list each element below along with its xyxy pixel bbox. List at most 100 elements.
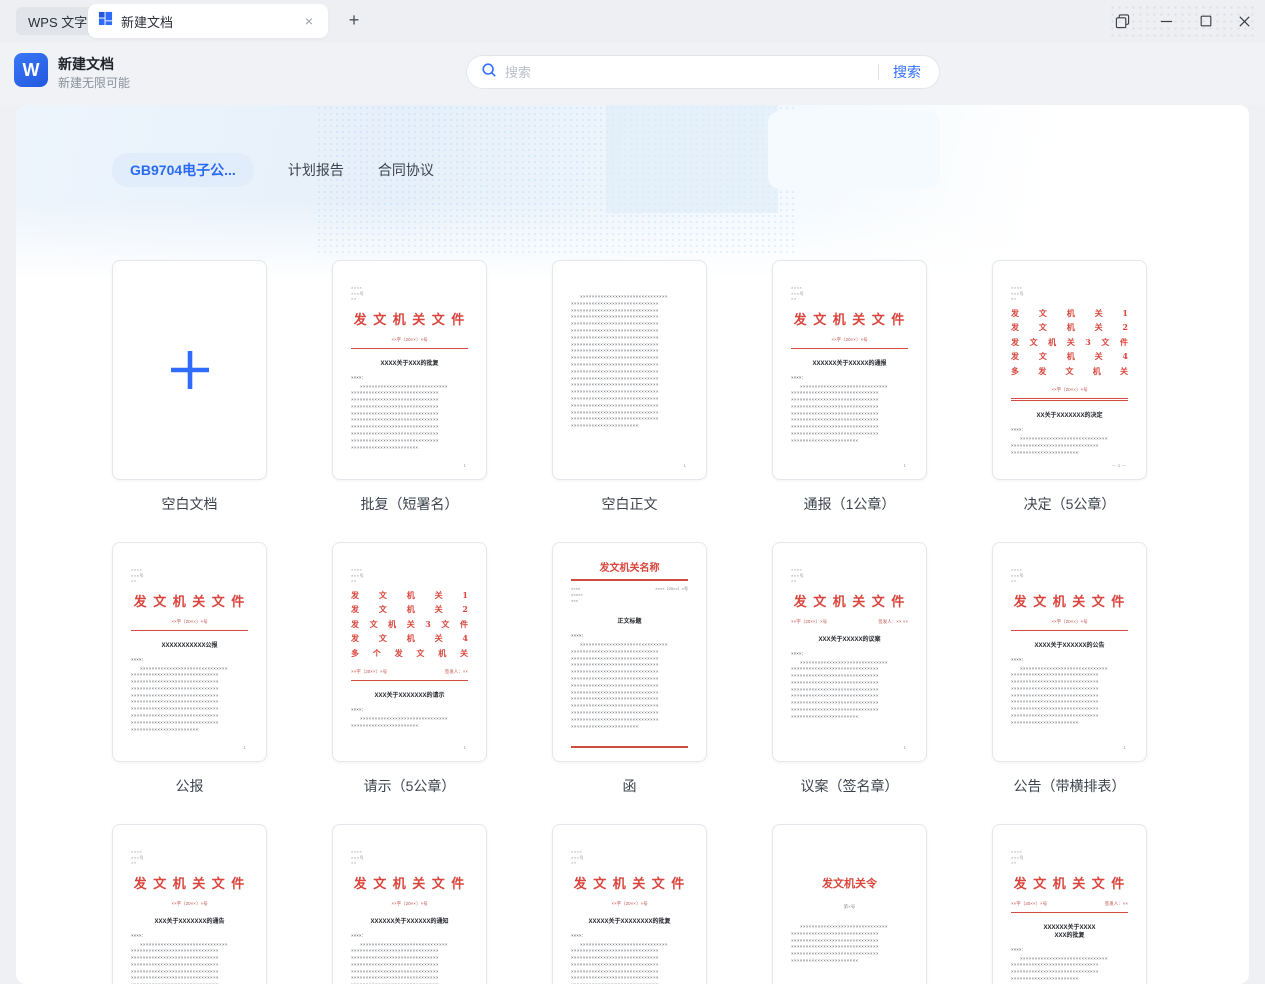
minimize-icon[interactable] <box>1152 8 1180 34</box>
doc-red-rule <box>571 579 688 581</box>
template-cell: ×××× ×××号 ×× 发 文 机 关 文 件 ××字〔20××〕×号 XXXXXXXX… <box>112 542 267 794</box>
template-card[interactable]: ×××× ×××号 ×× 发 文 机 关 文 件 ××字〔20××〕×号 XXXXX关于X… <box>552 824 707 984</box>
doc-body-line: ×××××××××××××××××××××××××××××× <box>571 655 659 661</box>
doc-salutation: ××××： <box>571 932 587 938</box>
doc-preview: ×××× ×××号 ×× 发 文 机 关 文 件 ××字〔20××〕×号 XXXXXX关于… <box>773 261 926 479</box>
doc-body-text: ×××××××××××××××××××××××××××××× ××××××××××… <box>1011 956 1128 983</box>
doc-body-line: ×××××××××××××××××××××××××××××× <box>1020 955 1108 961</box>
doc-meta-line: ×× <box>131 578 137 583</box>
template-card[interactable]: ×××× ×××号 ×× 发 文 机 关 文 件 ××字〔20××〕×号 XXXXXX关于… <box>772 260 927 480</box>
doc-body-line: ×××××××××××××××××××××××××××××× <box>1011 699 1099 705</box>
template-label: 空白文档 <box>161 496 218 512</box>
doc-salutation: ××××： <box>791 374 807 380</box>
doc-body-line: ×××××××××××××××××××××××××××××× <box>131 975 219 981</box>
decorative-block <box>768 111 940 189</box>
document-tab[interactable]: 新建文档 × <box>88 4 328 38</box>
search-icon <box>481 62 497 83</box>
doc-meta-lines: ×××× ×××号 ×× <box>351 567 468 584</box>
tab-close-icon[interactable]: × <box>300 12 318 30</box>
doc-body-line: ×××××××××××××××××××××××××××××× <box>1011 672 1099 678</box>
template-card[interactable]: ×××× ×××号 ×× 发文机关1 发文机关2 发文机关3文件 发文机关4 多个发文机关 ××… <box>332 542 487 762</box>
doc-preview: ×××× ×××号 ×× 发 文 机 关 文 件 ××字〔20××〕×号 XXXXXX关于… <box>333 825 486 984</box>
doc-body-line: ×××××××××××××××××××××××××××××× <box>800 383 888 389</box>
doc-meta-lines: ×××× ×××号 ×× <box>131 567 248 584</box>
doc-body-line: ×××××××××××××××××××××××××××××× <box>571 368 659 374</box>
doc-body-line: ×××××××××××××××××××××××××××××× <box>791 673 879 679</box>
doc-body-text: ×××××××××××××××××××××××××××××× ××××××××××… <box>131 666 248 734</box>
doc-number: ××字〔20××〕×号 <box>171 900 208 906</box>
doc-body-line: ×××××××××××××××××××××××××××××× <box>791 944 879 950</box>
close-window-icon[interactable] <box>1230 8 1258 34</box>
template-card[interactable]: ×××× ×××号 ×× 发 文 机 关 文 件 ××字〔20××〕×号 XXXXXX关于… <box>332 824 487 984</box>
category-tab-gb9704[interactable]: GB9704电子公... <box>112 153 254 187</box>
new-tab-button[interactable]: + <box>342 9 366 33</box>
doc-body-line: ×××××××××××××××××××××××××××××× <box>571 975 659 981</box>
doc-red-title: 发 文 机 关 文 件 <box>1013 594 1126 610</box>
template-card[interactable]: ×××× ×××号 ×× 发文机关1 发文机关2 发文机关3文件 发文机关4 多发文机关 ××字… <box>992 260 1147 480</box>
template-gallery-panel: GB9704电子公... 计划报告 合同协议 空白文档 ×××× ×××号 ×× 发 文… <box>16 105 1249 984</box>
category-tab-plans[interactable]: 计划报告 <box>288 160 344 180</box>
template-label: 请示（5公章） <box>363 778 456 794</box>
doc-number: ××字〔20××〕×号 <box>1051 618 1088 624</box>
doc-red-title: 发 文 机 关 文 件 <box>793 594 906 610</box>
doc-body-line: ×××××××××××××××××××××××××××××× <box>131 679 219 685</box>
search-bar[interactable]: 搜索 <box>466 55 940 89</box>
category-tab-contracts[interactable]: 合同协议 <box>378 160 434 180</box>
doc-body-line: ×××××××××××××××××××××××××××××× <box>571 669 659 675</box>
doc-body-line: ×××××××××××××××××××××××××××××× <box>351 961 439 967</box>
doc-red-rule-bottom <box>571 746 688 748</box>
doc-body-line: ×××××××××××××××××××××××××××××× <box>791 700 879 706</box>
doc-body-line: ×××××××××××××××××××××××××××××× <box>131 672 219 678</box>
doc-body-line: ×××××××××××××××××××××××××××××× <box>571 334 659 340</box>
app-menu-button[interactable]: WPS 文字 <box>16 7 100 35</box>
doc-body-line: ×××××××××××××××××××××××××××××× <box>791 417 879 423</box>
template-card[interactable]: ×××× ×××号 ×× 发 文 机 关 文 件 ××字〔20××〕×号 XXXXXXXX… <box>112 542 267 762</box>
doc-body-line: ×××××××××××××××××××××××××××××× <box>351 722 419 728</box>
doc-meta-line: ×× <box>351 296 357 301</box>
doc-body-line: ×××××××××××××××××××××××××××××× <box>351 948 439 954</box>
template-label: 公告（带横排表） <box>1013 778 1126 794</box>
doc-body-line: ×××××××××××××××××××××××××××××× <box>571 703 659 709</box>
doc-preview: ×××× ×××号 ×× 发 文 机 关 文 件 ××字〔20××〕×号 XXX关于XXX… <box>113 825 266 984</box>
doc-number: ××字〔20××〕×号 <box>171 618 208 624</box>
template-card[interactable]: 发文机关令 第×号 ×××××××××××××××××××××××××××××× ××… <box>772 824 927 984</box>
doc-body-text: ×××××××××××××××××××××××××××××× ××××××××××… <box>351 384 468 452</box>
doc-page-number: 1 <box>1123 745 1126 750</box>
doc-org-line: 发文机关4 <box>1011 351 1128 361</box>
doc-preview: ×××× ×××号 ×× 发 文 机 关 文 件 ××字〔20××〕×号 XXXXXXXX… <box>113 543 266 761</box>
template-card[interactable]: ×××× ×××号 ×× 发 文 机 关 文 件 ××字〔20××〕×号 XXX关于XXX… <box>112 824 267 984</box>
doc-body-line: ×××××××××××××××××××××××××××××× <box>571 961 659 967</box>
template-card[interactable]: ×××× ×××号 ×× 发 文 机 关 文 件 ××字〔20××〕×号 签发人：×× ×… <box>772 542 927 762</box>
doc-page-number: 1 <box>683 463 686 468</box>
template-cell: ×××× ×××号 ×× 发文机关1 发文机关2 发文机关3文件 发文机关4 多发文机关 ××字… <box>992 260 1147 512</box>
doc-body-line: ×××××××××××××××××××××××××××××× <box>131 685 219 691</box>
search-input[interactable] <box>505 64 872 80</box>
doc-body-line: ×××××××××××××××××××××××××××××× <box>131 968 219 974</box>
doc-org-line: 发文机关3文件 <box>1011 336 1128 347</box>
template-card[interactable] <box>112 260 267 480</box>
template-card[interactable]: ×××× ×××号 ×× 发 文 机 关 文 件 ××字〔20××〕×号 签发人：×× XX… <box>992 824 1147 984</box>
doc-meta-lines: ×××× ××××× ××× <box>571 586 583 604</box>
stack-windows-icon[interactable] <box>1108 8 1136 34</box>
template-card[interactable]: 发文机关名称 ×××× ××××× ××× ××××〔20××〕×号 正文标题 ××××： ×… <box>552 542 707 762</box>
doc-meta-lines: ×××× ×××号 ×× <box>791 567 908 584</box>
template-card[interactable]: ×××××××××××××××××××××××××××××× ××××××××××… <box>552 260 707 480</box>
doc-body-line: ×××××××××××××××××××××××××××××× <box>791 957 859 963</box>
doc-page-number: — 1 — <box>1111 463 1126 468</box>
decorative-block <box>606 105 778 213</box>
doc-org-line: 发文机关1 <box>351 589 468 600</box>
maximize-icon[interactable] <box>1192 8 1220 34</box>
search-button[interactable]: 搜索 <box>893 62 925 82</box>
doc-salutation: ××××： <box>351 707 367 712</box>
template-card[interactable]: ×××× ×××号 ×× 发 文 机 关 文 件 ××字〔20××〕×号 XXXX关于XX… <box>992 542 1147 762</box>
doc-salutation: ××××： <box>131 656 147 662</box>
doc-body-line: ×××××××××××××××××××××××××××××× <box>1011 962 1099 968</box>
doc-page-number: 1 <box>903 745 906 750</box>
doc-salutation: ××××： <box>791 650 807 656</box>
template-card[interactable]: ×××× ×××号 ×× 发 文 机 关 文 件 ××字〔20××〕×号 XXXX关于XX… <box>332 260 487 480</box>
doc-body-line: ×××××××××××××××××××××××××××××× <box>571 662 659 668</box>
doc-body-line: ×××××××××××××××××××××××××××××× <box>571 409 659 415</box>
doc-heading: XXXX关于XXX的批复 <box>380 360 439 367</box>
doc-red-rule <box>1011 398 1128 401</box>
doc-page-number: 1 <box>903 463 906 468</box>
